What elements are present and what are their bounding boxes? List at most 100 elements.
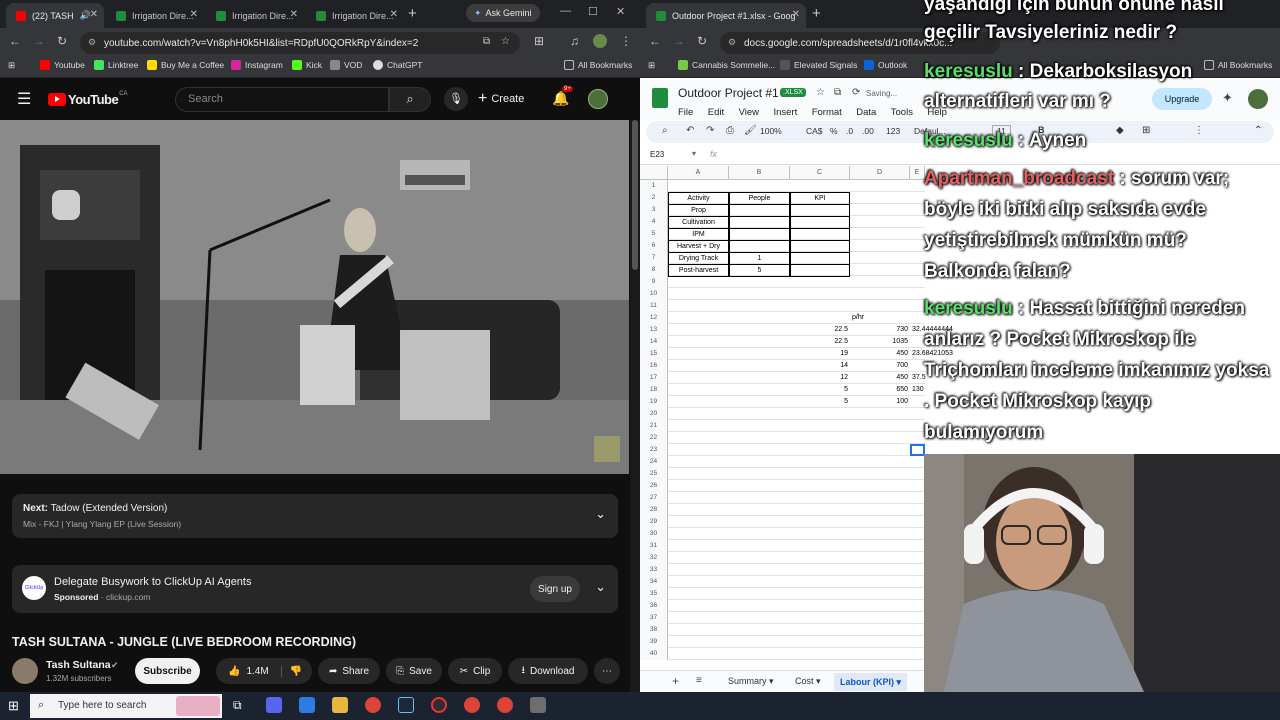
media-icon[interactable]: ♫: [570, 34, 579, 48]
row-header[interactable]: 14: [640, 336, 668, 348]
search-input[interactable]: Search: [175, 87, 389, 112]
row-header[interactable]: 11: [640, 300, 668, 312]
row-header[interactable]: 5: [640, 228, 668, 240]
subscribe-button[interactable]: Subscribe: [135, 658, 200, 684]
bookmark-outlook[interactable]: Outlook: [864, 60, 907, 70]
row-header[interactable]: 4: [640, 216, 668, 228]
sponsored-ad-card[interactable]: ClickUp Delegate Busywork to ClickUp AI …: [12, 565, 618, 613]
bookmark-instagram[interactable]: Instagram: [231, 60, 283, 70]
row-header[interactable]: 33: [640, 564, 668, 576]
chevron-down-icon[interactable]: ⌄: [595, 506, 606, 522]
doc-title[interactable]: Outdoor Project #1: [678, 86, 779, 100]
name-box-dropdown-icon[interactable]: ▾: [692, 149, 696, 158]
row-header[interactable]: 25: [640, 468, 668, 480]
channel-name[interactable]: Tash Sultana: [46, 659, 111, 671]
all-bookmarks[interactable]: All Bookmarks: [564, 60, 632, 70]
account-avatar[interactable]: [1248, 89, 1268, 109]
column-header[interactable]: C: [790, 166, 850, 180]
cell[interactable]: 22.5: [790, 324, 850, 336]
more-actions-button[interactable]: ⋯: [594, 658, 620, 684]
maximize-icon[interactable]: ☐: [588, 5, 598, 18]
voice-search-icon[interactable]: 🎙: [444, 87, 468, 111]
row-header[interactable]: 32: [640, 552, 668, 564]
row-header[interactable]: 17: [640, 372, 668, 384]
cell[interactable]: 450: [850, 372, 910, 384]
collapse-toolbar-icon[interactable]: ⌃: [1254, 125, 1262, 136]
gemini-spark-icon[interactable]: ✦: [1222, 90, 1233, 106]
menu-view[interactable]: View: [739, 107, 759, 118]
video-player[interactable]: [0, 120, 629, 474]
row-header[interactable]: 31: [640, 540, 668, 552]
cell[interactable]: 19: [790, 348, 850, 360]
download-button[interactable]: ⭳ Download: [508, 658, 588, 684]
row-header[interactable]: 3: [640, 204, 668, 216]
search-menus-icon[interactable]: ⌕: [662, 125, 668, 136]
row-header[interactable]: 35: [640, 588, 668, 600]
share-button[interactable]: ➦ Share: [318, 658, 380, 684]
zoom-select[interactable]: 100%: [760, 126, 782, 136]
apps-icon[interactable]: ⊞: [8, 60, 15, 71]
percent-format-icon[interactable]: %: [830, 126, 838, 136]
cell[interactable]: 5: [729, 264, 790, 277]
bookmark-kick[interactable]: Kick: [292, 60, 322, 70]
reload-icon[interactable]: ↻: [57, 34, 67, 48]
forward-icon[interactable]: →: [33, 34, 45, 48]
taskbar-search-input[interactable]: ⌕ Type here to search: [30, 694, 222, 718]
account-avatar[interactable]: [588, 89, 608, 109]
row-header[interactable]: 34: [640, 576, 668, 588]
site-info-icon[interactable]: ⚙: [88, 37, 96, 48]
hamburger-menu-icon[interactable]: ☰: [17, 89, 31, 109]
ask-gemini-button[interactable]: ✦ Ask Gemini: [466, 4, 540, 22]
cell[interactable]: 12: [790, 372, 850, 384]
row-header[interactable]: 8: [640, 264, 668, 276]
notifications-icon[interactable]: 🔔: [552, 90, 569, 107]
chrome-icon[interactable]: [497, 697, 513, 713]
cell[interactable]: 730: [850, 324, 910, 336]
steam-icon[interactable]: [398, 697, 414, 713]
sheet-tab-summary[interactable]: Summary ▾: [728, 676, 774, 687]
close-tab-icon[interactable]: ✕: [90, 9, 98, 20]
borders-icon[interactable]: ⊞: [1142, 125, 1150, 136]
column-header[interactable]: D: [850, 166, 910, 180]
row-header[interactable]: 23: [640, 444, 668, 456]
row-header[interactable]: 18: [640, 384, 668, 396]
close-tab-icon[interactable]: ✕: [190, 9, 198, 20]
select-all-corner[interactable]: [640, 166, 668, 180]
cell[interactable]: [790, 264, 850, 277]
cell[interactable]: 5: [790, 384, 850, 396]
chrome-icon[interactable]: [365, 697, 381, 713]
all-sheets-icon[interactable]: ≡: [696, 675, 702, 686]
row-header[interactable]: 2: [640, 192, 668, 204]
file-explorer-icon[interactable]: [332, 697, 348, 713]
menu-insert[interactable]: Insert: [773, 107, 797, 118]
clip-button[interactable]: ✂ Clip: [448, 658, 502, 684]
bookmark-elevated[interactable]: Elevated Signals: [780, 60, 857, 70]
row-header[interactable]: 27: [640, 492, 668, 504]
increase-decimal-icon[interactable]: .00: [862, 126, 874, 136]
menu-data[interactable]: Data: [856, 107, 876, 118]
row-header[interactable]: 22: [640, 432, 668, 444]
back-icon[interactable]: ←: [649, 34, 661, 48]
row-header[interactable]: 24: [640, 456, 668, 468]
task-view-icon[interactable]: ⧉: [233, 698, 242, 713]
windows-start-icon[interactable]: ⊞: [8, 698, 19, 714]
create-button[interactable]: + Create: [478, 87, 524, 111]
star-icon[interactable]: ☆: [816, 87, 825, 98]
spreadsheet-grid[interactable]: A B C D E 1 2 3 4 5 6 7 8 9 10 11 12 13 14 15 16 17 18 19 20 21 22…: [640, 166, 953, 666]
close-window-icon[interactable]: ✕: [616, 5, 625, 18]
discord-icon[interactable]: [266, 697, 282, 713]
cell[interactable]: 22.5: [790, 336, 850, 348]
row-header[interactable]: 30: [640, 528, 668, 540]
new-tab-icon[interactable]: +: [812, 5, 821, 22]
bookmark-youtube[interactable]: Youtube: [40, 60, 85, 70]
bookmark-linktree[interactable]: Linktree: [94, 60, 138, 70]
fill-color-icon[interactable]: ◆: [1116, 125, 1124, 136]
menu-edit[interactable]: Edit: [708, 107, 724, 118]
row-header[interactable]: 6: [640, 240, 668, 252]
upgrade-button[interactable]: Upgrade: [1152, 88, 1212, 110]
cell[interactable]: p/hr: [850, 312, 910, 324]
profile-avatar[interactable]: [593, 34, 607, 48]
sheets-logo-icon[interactable]: [652, 88, 668, 108]
tab-youtube[interactable]: (22) TASH 🔊 ✕: [6, 3, 104, 28]
row-header[interactable]: 12: [640, 312, 668, 324]
